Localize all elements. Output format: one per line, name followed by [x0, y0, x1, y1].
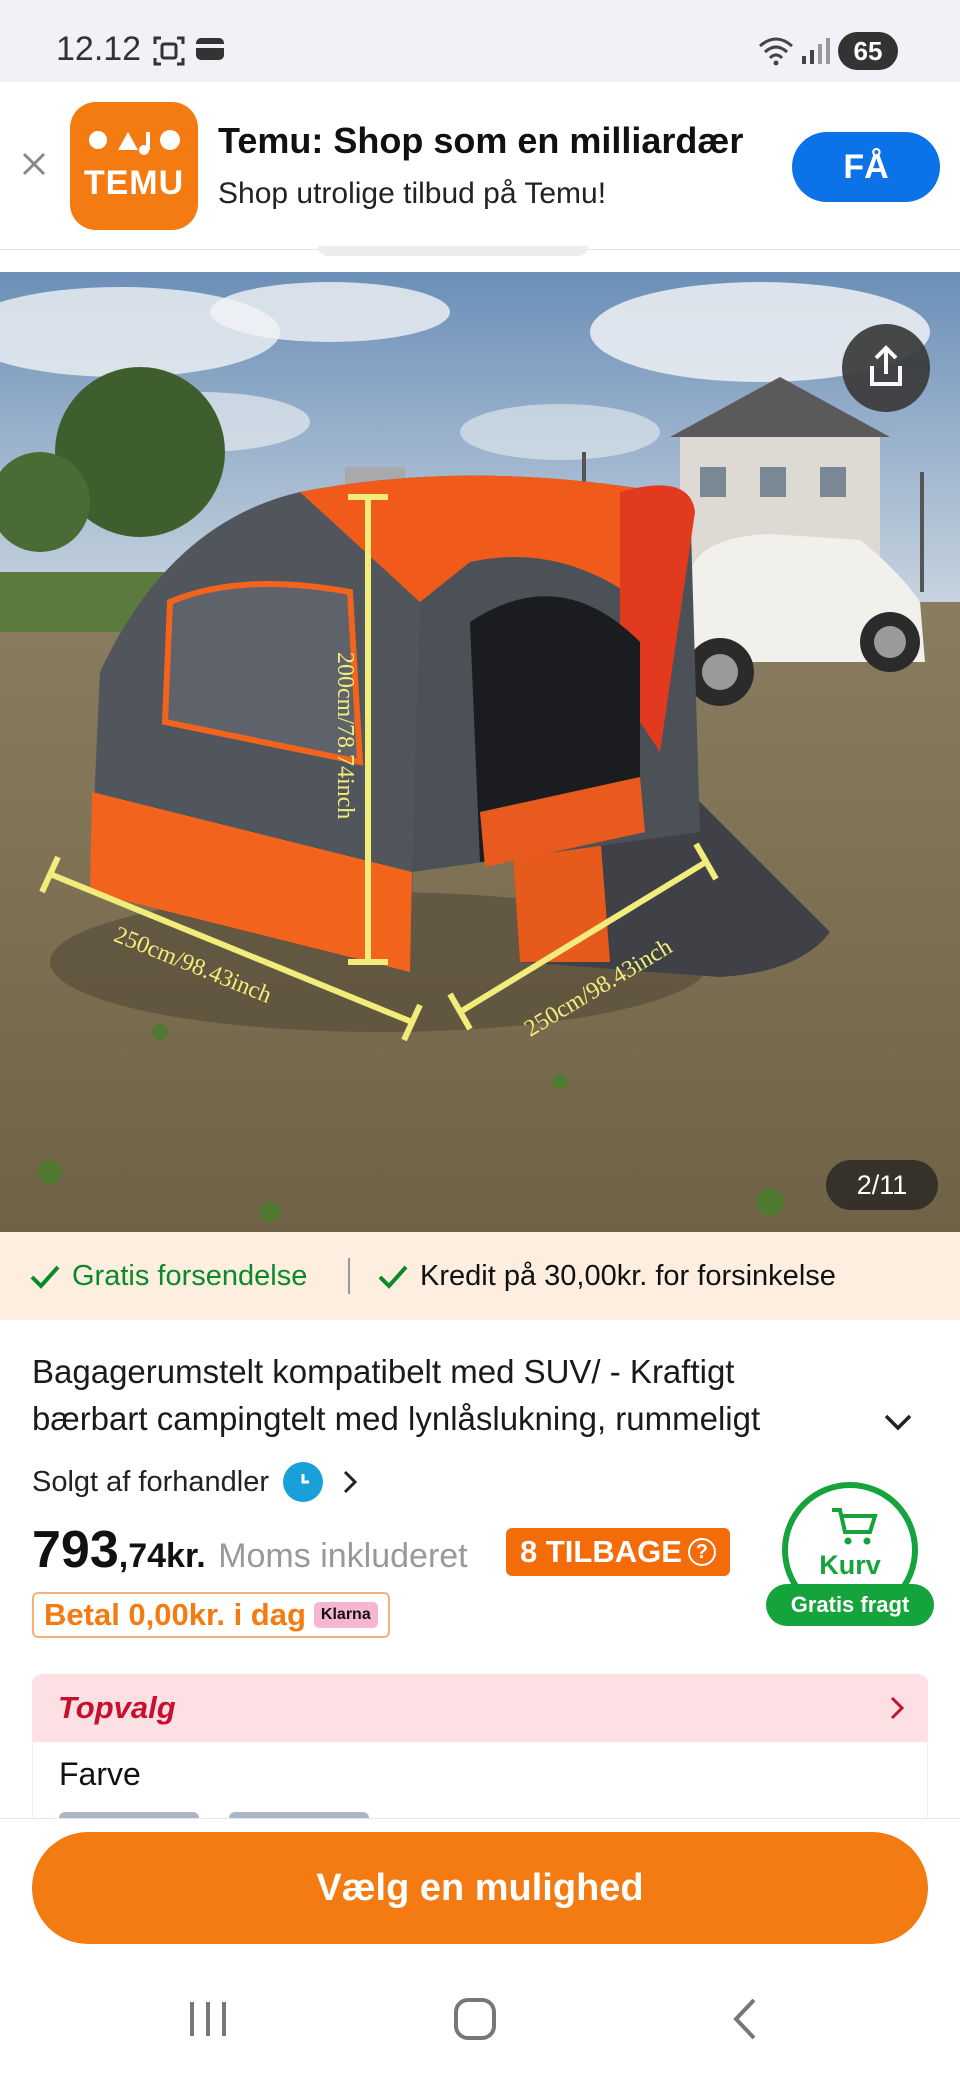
- temu-logo-text: TEMU: [83, 164, 185, 202]
- free-shipping-label: Gratis forsendelse: [72, 1259, 308, 1292]
- get-app-button[interactable]: FÅ: [792, 132, 940, 202]
- free-freight-badge: Gratis fragt: [766, 1584, 934, 1626]
- check-icon: [378, 1265, 408, 1289]
- delay-credit-label: Kredit på 30,00kr. for forsinkelse: [420, 1259, 836, 1292]
- cart-label: Kurv: [819, 1550, 881, 1580]
- delay-credit: Kredit på 30,00kr. for forsinkelse: [376, 1232, 836, 1320]
- returns-badge[interactable]: 8 TILBAGE ?: [506, 1528, 730, 1576]
- home-icon[interactable]: [452, 1996, 498, 2042]
- chevron-right-icon: [343, 1470, 358, 1494]
- product-title: Bagagerumstelt kompatibelt med SUV/ - Kr…: [32, 1353, 761, 1437]
- seller-clock-icon: [282, 1462, 323, 1502]
- screenshot-icon: [153, 36, 185, 66]
- chevron-right-icon: [890, 1696, 905, 1720]
- height-dimension-label: 200cm/78.74inch: [332, 652, 358, 820]
- product-image[interactable]: 200cm/78.74inch 250cm/98.43inch 250cm/98…: [0, 272, 960, 1232]
- status-time: 12.12: [56, 30, 142, 68]
- close-icon[interactable]: [16, 146, 52, 182]
- drag-handle: [318, 246, 588, 256]
- klarna-logo: Klarna: [313, 1602, 378, 1628]
- pay-today-label: Betal 0,00kr. i dag: [44, 1597, 306, 1632]
- returns-label: 8 TILBAGE: [520, 1534, 682, 1569]
- free-shipping: Gratis forsendelse: [28, 1232, 307, 1320]
- banner-subtitle: Shop utrolige tilbud på Temu!: [218, 177, 607, 210]
- chevron-down-icon[interactable]: [880, 1404, 916, 1440]
- wallet-icon: [196, 38, 224, 60]
- seller-row[interactable]: Solgt af forhandler: [32, 1462, 363, 1502]
- pay-later-badge[interactable]: Betal 0,00kr. i dag Klarna: [32, 1592, 390, 1638]
- price-decimal: ,74kr.: [118, 1537, 206, 1575]
- wifi-icon: [759, 37, 793, 66]
- check-icon: [30, 1265, 60, 1289]
- top-pick-section[interactable]: Topvalg: [32, 1674, 928, 1742]
- app-install-banner: TEMU Temu: Shop som en milliardær Shop u…: [0, 82, 960, 250]
- vat-note: Moms inkluderet: [218, 1537, 468, 1575]
- share-icon: [870, 345, 902, 386]
- banner-title: Temu: Shop som en milliardær: [218, 120, 744, 161]
- price: 793,74kr. Moms inkluderet: [32, 1520, 468, 1580]
- status-bar: 12.12 65: [0, 0, 960, 82]
- share-button[interactable]: [842, 324, 930, 412]
- shipping-benefits[interactable]: Gratis forsendelse Kredit på 30,00kr. fo…: [0, 1232, 960, 1320]
- select-option-button[interactable]: Vælg en mulighed: [32, 1832, 928, 1944]
- cart-icon: [832, 1508, 878, 1545]
- recent-apps-icon[interactable]: [186, 1996, 230, 2042]
- signal-icon: [802, 38, 830, 64]
- color-selector: Farve: [32, 1742, 928, 1822]
- help-icon: ?: [687, 1538, 716, 1566]
- battery-level: 65: [838, 32, 898, 70]
- temu-logo: TEMU: [70, 102, 198, 230]
- temu-logo-figures-icon: [89, 130, 180, 155]
- color-label: Farve: [59, 1756, 141, 1792]
- price-integer: 793: [32, 1521, 119, 1579]
- divider: [348, 1258, 350, 1294]
- image-counter: 2/11: [826, 1160, 938, 1210]
- seller-label: Solgt af forhandler: [32, 1465, 269, 1498]
- back-icon[interactable]: [728, 1996, 762, 2042]
- top-pick-label: Topvalg: [58, 1690, 176, 1725]
- tent-photo: [0, 272, 960, 1232]
